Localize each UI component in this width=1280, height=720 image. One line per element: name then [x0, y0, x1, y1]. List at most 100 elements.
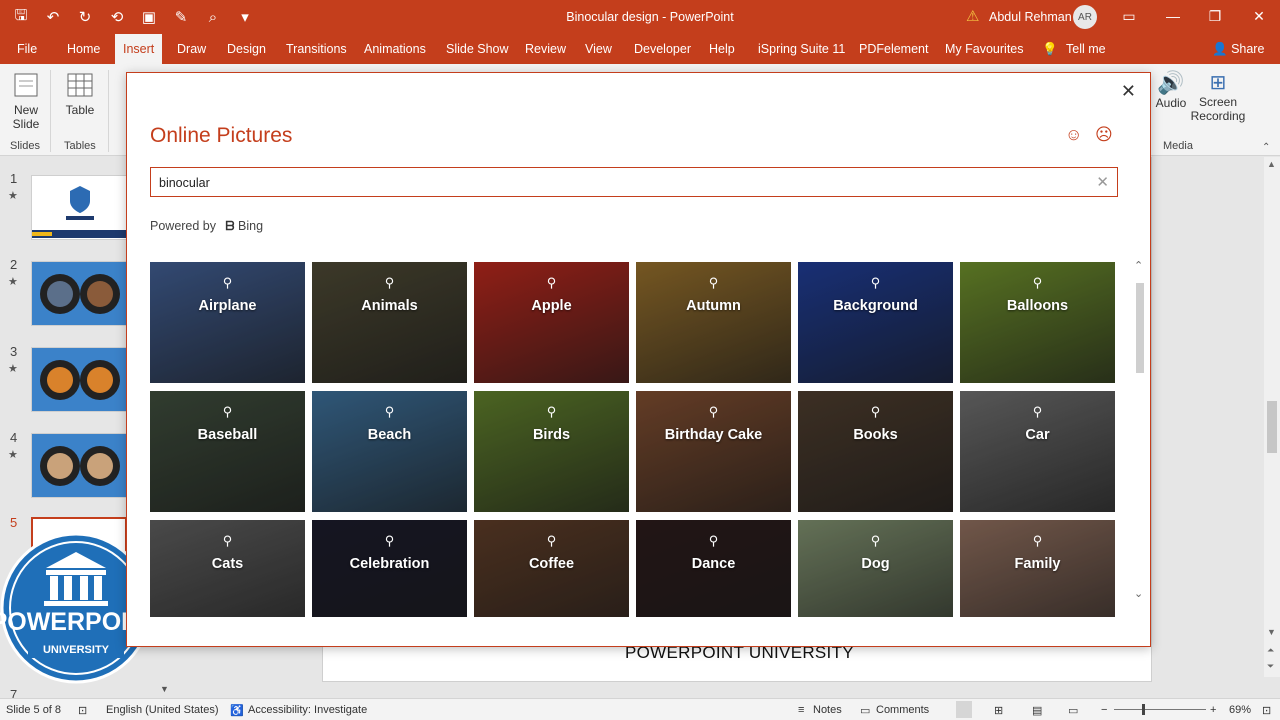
- language-indicator[interactable]: English (United States): [106, 704, 219, 716]
- category-tile[interactable]: ⚲ Baseball: [150, 391, 305, 512]
- tab-help[interactable]: Help: [707, 34, 737, 64]
- format-painter-icon[interactable]: ✎: [168, 6, 194, 28]
- animation-star-icon: ★: [8, 190, 18, 202]
- zoom-level[interactable]: 69%: [1229, 704, 1251, 716]
- tab-my-favourites[interactable]: My Favourites: [943, 34, 1026, 64]
- scroll-thumb[interactable]: [1267, 401, 1277, 453]
- tab-file[interactable]: File: [15, 34, 39, 64]
- tab-review[interactable]: Review: [523, 34, 568, 64]
- slide-indicator[interactable]: Slide 5 of 8: [6, 704, 61, 716]
- smile-feedback-icon[interactable]: ☺: [1065, 125, 1082, 145]
- category-tile[interactable]: ⚲ Celebration: [312, 520, 467, 617]
- zoom-out-icon[interactable]: −: [1101, 704, 1107, 716]
- close-window-icon[interactable]: ✕: [1244, 5, 1274, 27]
- tab-design[interactable]: Design: [225, 34, 268, 64]
- tab-slide-show[interactable]: Slide Show: [444, 34, 511, 64]
- slide-sorter-icon[interactable]: ⊞: [994, 704, 1003, 717]
- ribbon-display-icon[interactable]: ▭: [1114, 5, 1144, 27]
- category-tile[interactable]: ⚲ Autumn: [636, 262, 791, 383]
- zoom-slider[interactable]: [1114, 709, 1206, 710]
- present-icon[interactable]: ⟲: [104, 6, 130, 28]
- avatar[interactable]: AR: [1073, 5, 1097, 29]
- next-slide-icon[interactable]: ⏷: [1267, 661, 1274, 672]
- table-button[interactable]: Table: [62, 70, 98, 117]
- category-tile[interactable]: ⚲ Beach: [312, 391, 467, 512]
- category-tile[interactable]: ⚲ Airplane: [150, 262, 305, 383]
- comments-button[interactable]: Comments: [876, 704, 929, 716]
- undo-icon[interactable]: ↶: [40, 6, 66, 28]
- comments-icon[interactable]: ▭: [860, 704, 870, 717]
- minimize-icon[interactable]: —: [1158, 5, 1188, 27]
- slide-thumbnail[interactable]: [31, 175, 127, 240]
- accessibility-icon[interactable]: ♿: [230, 704, 244, 717]
- frown-feedback-icon[interactable]: ☹: [1095, 125, 1113, 145]
- scroll-down-icon[interactable]: ▼: [160, 684, 169, 694]
- category-tile[interactable]: ⚲ Background: [798, 262, 953, 383]
- tab-draw[interactable]: Draw: [175, 34, 208, 64]
- audio-button[interactable]: 🔊 Audio: [1154, 70, 1188, 110]
- tab-insert[interactable]: Insert: [115, 34, 163, 64]
- category-tile[interactable]: ⚲ Animals: [312, 262, 467, 383]
- category-tile[interactable]: ⚲ Balloons: [960, 262, 1115, 383]
- user-name[interactable]: Abdul Rehman: [989, 10, 1072, 24]
- slide-thumbnail[interactable]: [31, 261, 127, 326]
- category-tile[interactable]: ⚲ Dog: [798, 520, 953, 617]
- slide-2-preview: [32, 262, 126, 325]
- scroll-up-icon[interactable]: ⌃: [1134, 259, 1143, 272]
- accessibility-status[interactable]: Accessibility: Investigate: [248, 704, 367, 716]
- tab-home[interactable]: Home: [65, 34, 102, 64]
- slide-thumbnail[interactable]: [31, 347, 127, 412]
- category-tile[interactable]: ⚲ Coffee: [474, 520, 629, 617]
- previous-slide-icon[interactable]: ⏶: [1267, 645, 1274, 656]
- restore-icon[interactable]: ❐: [1200, 5, 1230, 27]
- search-box[interactable]: ✕: [150, 167, 1118, 197]
- zoom-in-icon[interactable]: +: [1210, 704, 1216, 716]
- tab-transitions[interactable]: Transitions: [284, 34, 349, 64]
- scroll-thumb[interactable]: [1136, 283, 1144, 373]
- tell-me-search[interactable]: Tell me: [1064, 34, 1108, 64]
- reading-view-icon[interactable]: ▤: [1032, 704, 1042, 717]
- category-tile[interactable]: ⚲ Books: [798, 391, 953, 512]
- new-slide-button[interactable]: New Slide: [8, 70, 44, 131]
- tab-developer[interactable]: Developer: [632, 34, 693, 64]
- category-tile[interactable]: ⚲ Cats: [150, 520, 305, 617]
- warning-icon[interactable]: ⚠: [966, 7, 979, 25]
- spellcheck-icon[interactable]: ⊡: [78, 704, 87, 717]
- category-tile[interactable]: ⚲ Dance: [636, 520, 791, 617]
- clear-search-icon[interactable]: ✕: [1096, 173, 1109, 191]
- close-icon[interactable]: ✕: [1121, 81, 1136, 102]
- search-input[interactable]: [159, 173, 1079, 193]
- screen-recording-button[interactable]: ⊞ Screen Recording: [1190, 70, 1246, 123]
- category-tile[interactable]: ⚲ Birthday Cake: [636, 391, 791, 512]
- category-label: Celebration: [349, 556, 430, 572]
- normal-view-icon[interactable]: [956, 701, 972, 718]
- vertical-scrollbar[interactable]: ▲ ▼ ⏶ ⏷: [1264, 157, 1280, 677]
- collapse-ribbon-icon[interactable]: ⌃: [1262, 142, 1270, 153]
- category-tile[interactable]: ⚲ Car: [960, 391, 1115, 512]
- redo-icon[interactable]: ↻: [72, 6, 98, 28]
- tab-pdfelement[interactable]: PDFelement: [857, 34, 930, 64]
- slide-thumbnail[interactable]: [31, 433, 127, 498]
- notes-icon[interactable]: ≡: [798, 704, 804, 716]
- zoom-slider-thumb[interactable]: [1142, 704, 1145, 715]
- scroll-down-icon[interactable]: ⌄: [1134, 587, 1143, 600]
- fit-slide-icon[interactable]: ⊡: [1262, 704, 1271, 717]
- slideshow-view-icon[interactable]: ▭: [1068, 704, 1078, 717]
- screen-recording-label-2: Recording: [1190, 109, 1246, 123]
- share-button[interactable]: 👤 Share: [1210, 34, 1266, 64]
- scroll-down-icon[interactable]: ▼: [1267, 627, 1276, 637]
- notes-button[interactable]: Notes: [813, 704, 842, 716]
- category-tile[interactable]: ⚲ Apple: [474, 262, 629, 383]
- zoom-icon[interactable]: ⌕: [200, 6, 226, 28]
- slideshow-icon[interactable]: ▣: [136, 6, 162, 28]
- tab-ispring[interactable]: iSpring Suite 11: [756, 34, 847, 64]
- customize-qat-icon[interactable]: ▾: [232, 6, 258, 28]
- results-scrollbar[interactable]: ⌃ ⌄: [1132, 259, 1146, 606]
- category-tile[interactable]: ⚲ Birds: [474, 391, 629, 512]
- category-tile[interactable]: ⚲ Family: [960, 520, 1115, 617]
- save-icon[interactable]: 🖫: [8, 6, 34, 28]
- powered-by-label: Powered by: [150, 219, 217, 233]
- tab-animations[interactable]: Animations: [362, 34, 428, 64]
- tab-view[interactable]: View: [583, 34, 614, 64]
- scroll-up-icon[interactable]: ▲: [1267, 159, 1276, 169]
